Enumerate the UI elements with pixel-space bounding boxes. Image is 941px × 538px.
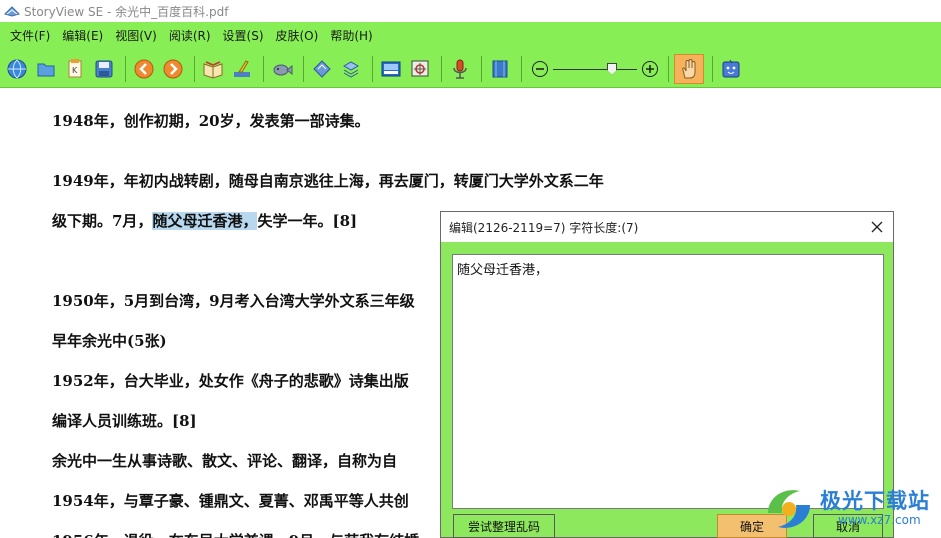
open-folder-icon[interactable]	[33, 56, 59, 82]
toolbar-separator	[125, 55, 126, 82]
watermark: 极光下载站 www.xz7.com	[760, 483, 941, 538]
doc-line: 1948年，创作初期，20岁，发表第一部诗集。	[52, 112, 370, 130]
zoom-slider[interactable]	[553, 62, 637, 76]
screen-icon[interactable]	[407, 56, 433, 82]
watermark-url: www.xz7.com	[838, 513, 921, 527]
watermark-text: 极光下载站	[820, 489, 930, 513]
hand-icon[interactable]	[674, 53, 704, 84]
image-icon[interactable]	[378, 56, 404, 82]
window-title: StoryView SE - 余光中_百度百科.pdf	[24, 4, 229, 19]
zoom-out-icon[interactable]	[532, 60, 548, 77]
toolbar-separator	[303, 55, 304, 82]
close-icon[interactable]	[867, 217, 887, 237]
svg-text:K: K	[72, 66, 78, 75]
doc-line: 编译人员训练班。[8]	[52, 412, 197, 430]
doc-text: 级下期。7月，	[52, 212, 153, 230]
toolbar-separator	[441, 55, 442, 82]
cabinet-icon[interactable]	[487, 56, 513, 82]
zoom-slider-track	[553, 68, 637, 70]
forward-icon[interactable]	[160, 56, 186, 82]
tag-icon[interactable]	[309, 56, 335, 82]
zoom-in-icon[interactable]	[642, 60, 658, 77]
menu-settings[interactable]: 设置(S)	[217, 22, 270, 50]
watermark-logo-icon	[768, 490, 810, 528]
toolbar-separator	[481, 55, 482, 82]
microphone-icon[interactable]	[447, 56, 473, 82]
menu-skin[interactable]: 皮肤(O)	[270, 22, 325, 50]
toolbar-separator	[194, 55, 195, 82]
save-icon[interactable]	[91, 56, 117, 82]
zoom-slider-thumb[interactable]	[607, 62, 617, 75]
toolbar-separator	[712, 55, 713, 82]
doc-line: 1950年，5月到台湾，9月考入台湾大学外文系三年级	[52, 292, 415, 310]
app-icon	[4, 6, 20, 17]
doc-line: 1956年，退役，在东吴大学兼课。9月，与范我存结婚	[52, 530, 419, 538]
tidy-garbled-button[interactable]: 尝试整理乱码	[453, 514, 555, 538]
menu-view[interactable]: 视图(V)	[109, 22, 163, 50]
title-bar: StoryView SE - 余光中_百度百科.pdf	[0, 0, 941, 22]
menu-bar: 文件(F) 编辑(E) 视图(V) 阅读(R) 设置(S) 皮肤(O) 帮助(H…	[0, 22, 941, 50]
doc-line: 早年余光中(5张)	[52, 332, 167, 350]
toolbar-separator	[668, 55, 669, 82]
doc-line: 1949年，年初内战转剧，随母自南京逃往上海，再去厦门，转厦门大学外文系二年	[52, 172, 604, 190]
face-icon[interactable]	[718, 56, 744, 82]
menu-file[interactable]: 文件(F)	[4, 22, 56, 50]
toolbar: K	[0, 50, 941, 88]
doc-line: 余光中一生从事诗歌、散文、评论、翻译，自称为自	[52, 452, 398, 470]
edit-text-area[interactable]: 随父母迁香港，	[452, 254, 884, 509]
toolbar-separator	[372, 55, 373, 82]
doc-line: 1952年，台大毕业，处女作《舟子的悲歌》诗集出版	[52, 372, 409, 390]
dialog-title: 编辑(2126-2119=7) 字符长度:(7)	[449, 220, 639, 235]
menu-edit[interactable]: 编辑(E)	[56, 22, 109, 50]
fish-icon[interactable]	[269, 56, 295, 82]
pages-icon[interactable]	[338, 56, 364, 82]
bookmark-icon[interactable]: K	[62, 56, 88, 82]
back-icon[interactable]	[131, 56, 157, 82]
globe-icon[interactable]	[4, 56, 30, 82]
selected-text[interactable]: 随父母迁香港，	[152, 212, 258, 230]
menu-read[interactable]: 阅读(R)	[163, 22, 217, 50]
doc-text: 失学一年。[8]	[257, 212, 358, 230]
toolbar-separator	[263, 55, 264, 82]
toolbar-separator	[521, 55, 522, 82]
doc-line: 1954年，与覃子豪、锺鼎文、夏菁、邓禹平等人共创	[52, 492, 409, 510]
brush-icon[interactable]	[229, 56, 255, 82]
menu-help[interactable]: 帮助(H)	[324, 22, 378, 50]
dialog-title-bar[interactable]: 编辑(2126-2119=7) 字符长度:(7)	[441, 212, 893, 242]
doc-line: 级下期。7月，随父母迁香港，失学一年。[8]	[52, 210, 357, 231]
book-icon[interactable]	[200, 56, 226, 82]
